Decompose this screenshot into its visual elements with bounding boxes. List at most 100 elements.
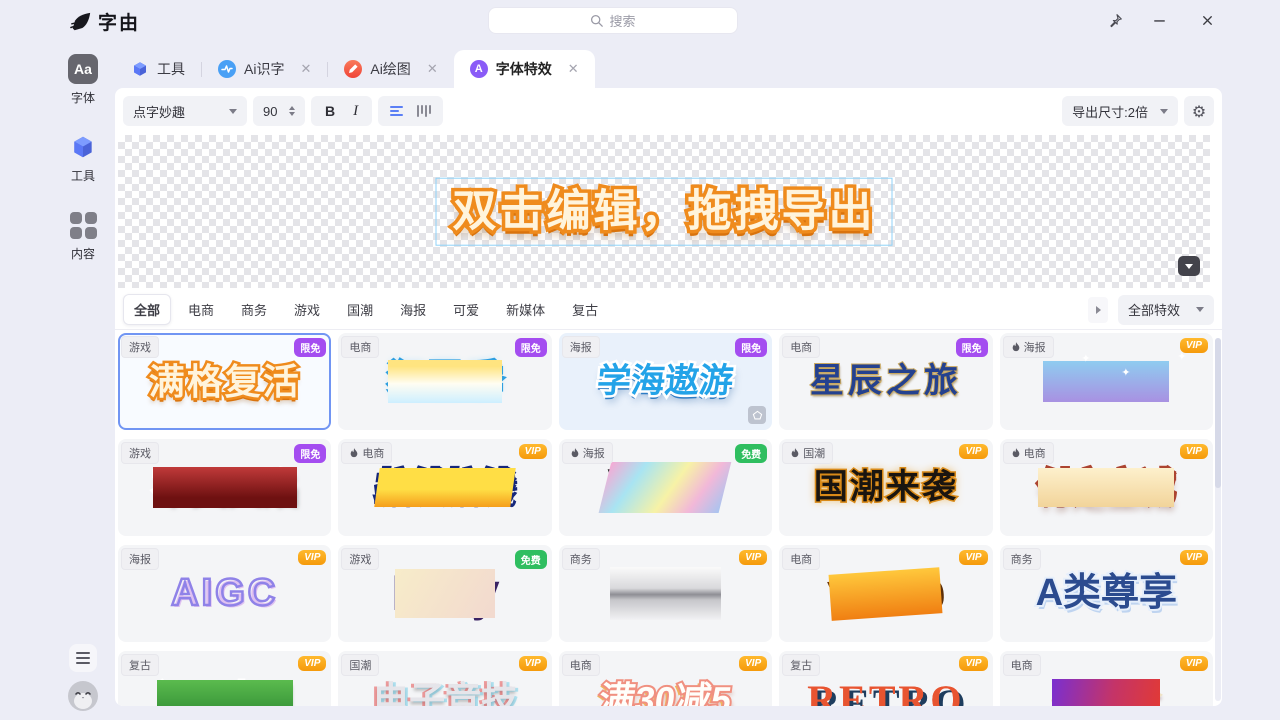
effect-filter-select[interactable]: 全部特效 — [1118, 295, 1214, 325]
sidebar-item-fonts[interactable]: Aa 字体 — [68, 54, 98, 106]
toolbar: 点字妙趣 90 B I 导出尺寸:2倍 ⚙ — [115, 88, 1222, 134]
flame-icon — [570, 447, 580, 459]
ai-draw-icon — [344, 60, 362, 78]
tab-close-icon[interactable]: ✕ — [427, 61, 438, 77]
vertical-align-icon[interactable] — [417, 105, 431, 117]
minimize-icon — [1152, 13, 1167, 28]
pin-icon — [1108, 13, 1123, 28]
effect-text: 学海遨游 — [596, 362, 735, 401]
effect-card[interactable]: 复古 VIP 闻风丧胆 — [118, 651, 331, 706]
effect-text: 星辰之旅 — [810, 362, 962, 401]
card-tag: 商务 — [562, 548, 600, 570]
category-business[interactable]: 商务 — [231, 295, 277, 324]
selection-box[interactable]: 双击编辑，拖拽导出 — [436, 177, 893, 246]
effect-card[interactable]: 电商 限免 星辰之旅 — [779, 333, 992, 430]
effect-text: 搞钱搞钱 — [374, 468, 515, 507]
edit-canvas[interactable]: 双击编辑，拖拽导出 — [118, 135, 1210, 288]
flame-icon — [1011, 341, 1021, 353]
category-poster[interactable]: 海报 — [390, 295, 436, 324]
close-button[interactable] — [1196, 10, 1218, 30]
category-bar: 全部 电商 商务 游戏 国潮 海报 可爱 新媒体 复古 全部特效 — [115, 290, 1222, 330]
background-toggle-icon[interactable] — [748, 406, 766, 424]
effect-card[interactable]: 商务 VIP MVP — [559, 545, 772, 642]
font-size-stepper[interactable]: 90 — [253, 96, 305, 126]
card-badge: VIP — [739, 656, 767, 671]
tab-tools[interactable]: 工具 — [115, 50, 201, 88]
effect-card[interactable]: 国潮 VIP 电子竞技 — [338, 651, 551, 706]
card-badge: VIP — [959, 550, 987, 565]
minimize-button[interactable] — [1148, 10, 1170, 30]
scrollbar-thumb[interactable] — [1215, 338, 1221, 488]
card-tag: 海报 — [121, 548, 159, 570]
settings-button[interactable]: ⚙ — [1184, 96, 1214, 126]
grid-scrollbar[interactable] — [1215, 338, 1221, 701]
effect-text: 国潮来袭 — [814, 468, 958, 507]
tab-label: 字体特效 — [496, 59, 552, 79]
card-tag: 电商 — [341, 336, 379, 358]
card-badge: 限免 — [294, 444, 326, 463]
category-game[interactable]: 游戏 — [284, 295, 330, 324]
card-tag: 电商 — [782, 336, 820, 358]
tab-close-icon[interactable]: ✕ — [568, 61, 579, 77]
card-tag: 电商 — [782, 548, 820, 570]
search-input[interactable]: 搜索 — [488, 7, 738, 34]
card-tag: 国潮 — [782, 442, 833, 464]
category-cute[interactable]: 可爱 — [443, 295, 489, 324]
effect-card[interactable]: 海报 免费 YOO! — [559, 439, 772, 536]
chevron-down-icon — [229, 109, 237, 114]
stepper-arrows-icon[interactable] — [289, 106, 295, 116]
tab-font-effects[interactable]: A 字体特效 ✕ — [454, 50, 595, 88]
tab-bar: 工具 Ai识字 ✕ Ai绘图 ✕ A 字体特效 ✕ — [115, 50, 595, 88]
effect-card[interactable]: 海报 限免 学海遨游 — [559, 333, 772, 430]
horizontal-align-icon[interactable] — [390, 106, 403, 116]
effect-card[interactable]: 电商 VIP 搞钱搞钱 — [338, 439, 551, 536]
bold-button[interactable]: B — [325, 103, 335, 119]
category-ecommerce[interactable]: 电商 — [178, 295, 224, 324]
effect-card[interactable]: 复古 VIP RETRO — [779, 651, 992, 706]
sidebar-item-tools[interactable]: 工具 — [68, 132, 98, 184]
font-family-value: 点字妙趣 — [133, 102, 185, 121]
effect-card[interactable]: 电商 VIP 满30减5 — [559, 651, 772, 706]
scroll-right-button[interactable] — [1088, 297, 1108, 323]
effect-card[interactable]: 游戏 限免 不灭火焰 — [118, 439, 331, 536]
effect-card[interactable]: 电商 VIP V我50 — [779, 545, 992, 642]
tab-ai-draw[interactable]: Ai绘图 ✕ — [328, 50, 453, 88]
effect-card[interactable]: 海报 VIP AIGC — [118, 545, 331, 642]
menu-button[interactable] — [69, 644, 97, 672]
canvas-effect-text[interactable]: 双击编辑，拖拽导出 — [453, 186, 876, 237]
tab-ai-read[interactable]: Ai识字 ✕ — [202, 50, 327, 88]
effect-card[interactable]: 游戏 限免 满格复活 — [118, 333, 331, 430]
category-newmedia[interactable]: 新媒体 — [496, 295, 555, 324]
effect-text: 闻风丧胆 — [157, 680, 293, 706]
card-badge: VIP — [519, 444, 547, 459]
sidebar-item-content[interactable]: 内容 — [68, 210, 98, 262]
effect-text: 满30减5 — [597, 679, 735, 706]
effect-card[interactable]: 商务 VIP A类尊享 — [1000, 545, 1213, 642]
tab-close-icon[interactable]: ✕ — [300, 61, 311, 77]
mascot-avatar[interactable] — [67, 680, 99, 712]
italic-button[interactable]: I — [353, 103, 358, 120]
font-effects-icon: A — [470, 60, 488, 78]
effect-card[interactable]: 海报 VIP LOVE — [1000, 333, 1213, 430]
effect-card[interactable]: 国潮 VIP 国潮来袭 — [779, 439, 992, 536]
card-badge: 限免 — [735, 338, 767, 357]
effect-card[interactable]: 电商 VIP 拾半价 — [1000, 651, 1213, 706]
effect-text: MVP — [610, 567, 722, 620]
category-guochao[interactable]: 国潮 — [337, 295, 383, 324]
search-placeholder: 搜索 — [609, 11, 635, 30]
font-family-select[interactable]: 点字妙趣 — [123, 96, 247, 126]
chevron-right-icon — [1096, 306, 1101, 314]
card-tag: 海报 — [1003, 336, 1054, 358]
pin-button[interactable] — [1104, 10, 1126, 30]
effect-card[interactable]: 电商 VIP 付定立减 — [1000, 439, 1213, 536]
effect-card[interactable]: 游戏 免费 Daily — [338, 545, 551, 642]
category-all[interactable]: 全部 — [123, 294, 171, 325]
chevron-down-icon — [1196, 307, 1204, 312]
effect-card[interactable]: 电商 限免 狂暑季 — [338, 333, 551, 430]
export-size-select[interactable]: 导出尺寸:2倍 — [1062, 96, 1178, 126]
export-size-value: 导出尺寸:2倍 — [1072, 102, 1148, 121]
collapse-canvas-button[interactable] — [1178, 256, 1200, 276]
card-badge: 限免 — [515, 338, 547, 357]
category-retro[interactable]: 复古 — [562, 295, 608, 324]
effect-text: 不灭火焰 — [153, 467, 297, 508]
